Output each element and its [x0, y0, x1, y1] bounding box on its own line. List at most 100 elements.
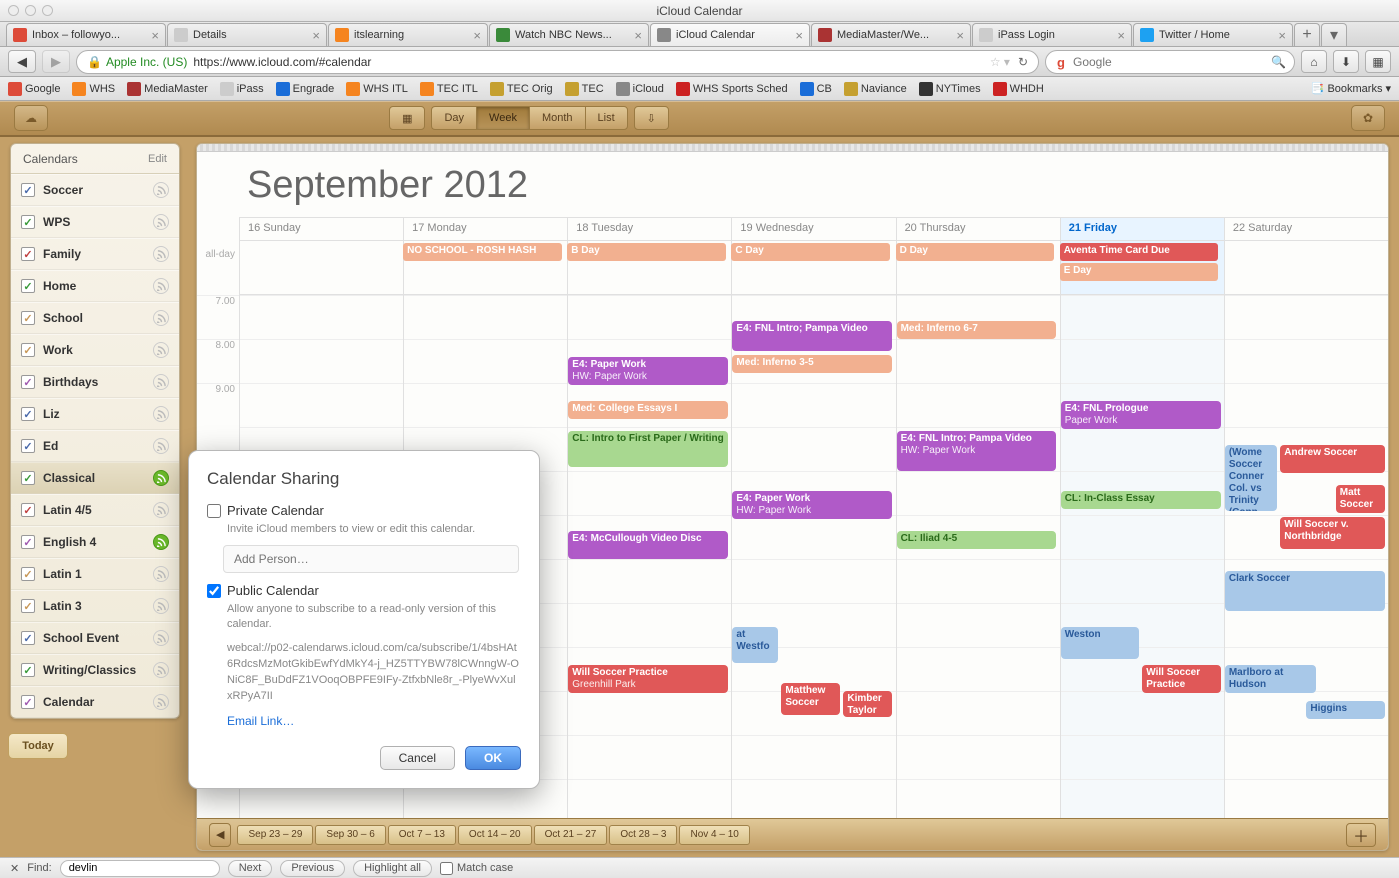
browser-tab[interactable]: Twitter / Home× — [1133, 23, 1293, 46]
allday-event[interactable]: B Day — [567, 243, 725, 261]
calendar-checkbox[interactable]: ✓ — [21, 439, 35, 453]
calendar-checkbox[interactable]: ✓ — [21, 535, 35, 549]
calendar-checkbox[interactable]: ✓ — [21, 279, 35, 293]
sidebar-calendar-item[interactable]: ✓WPS — [11, 206, 179, 238]
calendar-event[interactable]: Higgins — [1306, 701, 1384, 719]
sidebar-calendar-item[interactable]: ✓Liz — [11, 398, 179, 430]
bookmark-item[interactable]: MediaMaster — [127, 82, 208, 96]
sidebar-calendar-item[interactable]: ✓Ed — [11, 430, 179, 462]
settings-gear-button[interactable]: ✿ — [1351, 105, 1385, 131]
sidebar-calendar-item[interactable]: ✓Latin 1 — [11, 558, 179, 590]
calendar-event[interactable]: Med: Inferno 6-7 — [897, 321, 1057, 339]
rss-broadcast-icon[interactable] — [153, 630, 169, 646]
calendar-event[interactable]: Matt Soccer — [1336, 485, 1385, 513]
calendar-checkbox[interactable]: ✓ — [21, 695, 35, 709]
calendar-checkbox[interactable]: ✓ — [21, 375, 35, 389]
bookmark-item[interactable]: Engrade — [276, 82, 335, 96]
scrubber-week[interactable]: Nov 4 – 10 — [679, 825, 749, 845]
allday-event[interactable]: Aventa Time Card Due — [1060, 243, 1218, 261]
new-tab-button[interactable]: + — [1294, 23, 1320, 46]
jump-to-date-button[interactable]: ⇩ — [634, 106, 669, 130]
calendar-event[interactable]: Weston — [1061, 627, 1139, 659]
allday-event[interactable]: D Day — [896, 243, 1054, 261]
back-button[interactable]: ◀ — [8, 50, 36, 73]
bookmark-item[interactable]: iPass — [220, 82, 264, 96]
scrubber-week[interactable]: Oct 7 – 13 — [388, 825, 456, 845]
browser-tab[interactable]: Details× — [167, 23, 327, 46]
calendar-event[interactable]: Med: College Essays I — [568, 401, 728, 419]
tab-close-button[interactable]: × — [1274, 28, 1286, 43]
scrubber-week[interactable]: Oct 21 – 27 — [534, 825, 608, 845]
browser-tab[interactable]: iCloud Calendar× — [650, 23, 810, 46]
rss-broadcast-icon[interactable] — [153, 246, 169, 262]
calendar-checkbox[interactable]: ✓ — [21, 215, 35, 229]
tab-close-button[interactable]: × — [1113, 28, 1125, 43]
calendar-event[interactable]: Kimber Taylor — [843, 691, 892, 717]
calendar-event[interactable]: Matthew Soccer — [781, 683, 840, 715]
rss-broadcast-icon[interactable] — [153, 694, 169, 710]
bookmark-item[interactable]: Google — [8, 82, 60, 96]
day-column[interactable]: E4: FNL Intro; Pampa VideoMed: Inferno 3… — [731, 295, 895, 818]
findbar-close-button[interactable]: ✕ — [10, 862, 19, 875]
rss-broadcast-icon[interactable] — [153, 470, 169, 486]
sidebar-calendar-item[interactable]: ✓Birthdays — [11, 366, 179, 398]
bookmark-item[interactable]: TEC ITL — [420, 82, 478, 96]
bookmarks-menu-button[interactable]: 📑Bookmarks ▾ — [1311, 82, 1391, 95]
allday-event[interactable]: NO SCHOOL - ROSH HASH — [403, 243, 561, 261]
tab-close-button[interactable]: × — [308, 28, 320, 43]
bookmark-item[interactable]: WHS Sports Sched — [676, 82, 788, 96]
ok-button[interactable]: OK — [465, 746, 521, 770]
sidebar-calendar-item[interactable]: ✓Soccer — [11, 174, 179, 206]
extension-button[interactable]: ▦ — [1365, 50, 1391, 73]
bookmark-item[interactable]: WHDH — [993, 82, 1044, 96]
view-list-button[interactable]: List — [585, 106, 628, 130]
private-calendar-checkbox[interactable]: Private Calendar — [207, 503, 521, 518]
day-column[interactable]: E4: Paper WorkHW: Paper Work Med: College… — [567, 295, 731, 818]
rss-broadcast-icon[interactable] — [153, 406, 169, 422]
scrubber-week[interactable]: Oct 14 – 20 — [458, 825, 532, 845]
browser-search[interactable]: g 🔍 — [1045, 50, 1295, 74]
rss-broadcast-icon[interactable] — [153, 438, 169, 454]
scrubber-week[interactable]: Sep 30 – 6 — [315, 825, 385, 845]
calendar-checkbox[interactable]: ✓ — [21, 471, 35, 485]
calendar-checkbox[interactable]: ✓ — [21, 183, 35, 197]
scrubber-week[interactable]: Sep 23 – 29 — [237, 825, 313, 845]
calendar-event[interactable]: at Westfo — [732, 627, 778, 663]
downloads-button[interactable]: ⬇ — [1333, 50, 1359, 73]
scrub-prev-button[interactable]: ◀ — [209, 823, 231, 847]
private-checkbox-input[interactable] — [207, 504, 221, 518]
calendar-checkbox[interactable]: ✓ — [21, 343, 35, 357]
allday-cell[interactable] — [1224, 241, 1388, 295]
day-column[interactable]: E4: FNL ProloguePaper WorkCL: In-Class E… — [1060, 295, 1224, 818]
allday-event[interactable]: C Day — [731, 243, 889, 261]
calendar-event[interactable]: E4: McCullough Video Disc — [568, 531, 728, 559]
sidebar-calendar-item[interactable]: ✓Latin 3 — [11, 590, 179, 622]
sidebar-calendar-item[interactable]: ✓Writing/Classics — [11, 654, 179, 686]
calendar-checkbox[interactable]: ✓ — [21, 503, 35, 517]
calendar-checkbox[interactable]: ✓ — [21, 407, 35, 421]
bookmark-item[interactable]: NYTimes — [919, 82, 981, 96]
calendar-event[interactable]: E4: Paper WorkHW: Paper Work — [568, 357, 728, 385]
allday-cell[interactable] — [239, 241, 403, 295]
tab-close-button[interactable]: × — [147, 28, 159, 43]
bookmark-item[interactable]: TEC — [565, 82, 604, 96]
add-event-button[interactable]: ＋ — [1346, 823, 1376, 847]
cancel-button[interactable]: Cancel — [380, 746, 455, 770]
calendar-event[interactable]: Will Soccer PracticeGreenhill Park — [568, 665, 728, 693]
public-calendar-checkbox[interactable]: Public Calendar — [207, 583, 521, 598]
day-column[interactable]: Med: Inferno 6-7 E4: FNL Intro; Pampa Vid… — [896, 295, 1060, 818]
calendar-checkbox[interactable]: ✓ — [21, 599, 35, 613]
sidebar-calendar-item[interactable]: ✓Family — [11, 238, 179, 270]
calendar-checkbox[interactable]: ✓ — [21, 567, 35, 581]
rss-broadcast-icon[interactable] — [153, 342, 169, 358]
rss-broadcast-icon[interactable] — [153, 214, 169, 230]
tab-close-button[interactable]: × — [630, 28, 642, 43]
browser-tab[interactable]: MediaMaster/We...× — [811, 23, 971, 46]
sidebar-edit-button[interactable]: Edit — [148, 153, 167, 165]
tab-close-button[interactable]: × — [952, 28, 964, 43]
calendar-event[interactable]: E4: FNL Intro; Pampa VideoHW: Paper Work — [897, 431, 1057, 471]
rss-broadcast-icon[interactable] — [153, 566, 169, 582]
calendar-event[interactable]: CL: In-Class Essay — [1061, 491, 1221, 509]
rss-broadcast-icon[interactable] — [153, 662, 169, 678]
bookmark-item[interactable]: iCloud — [616, 82, 664, 96]
